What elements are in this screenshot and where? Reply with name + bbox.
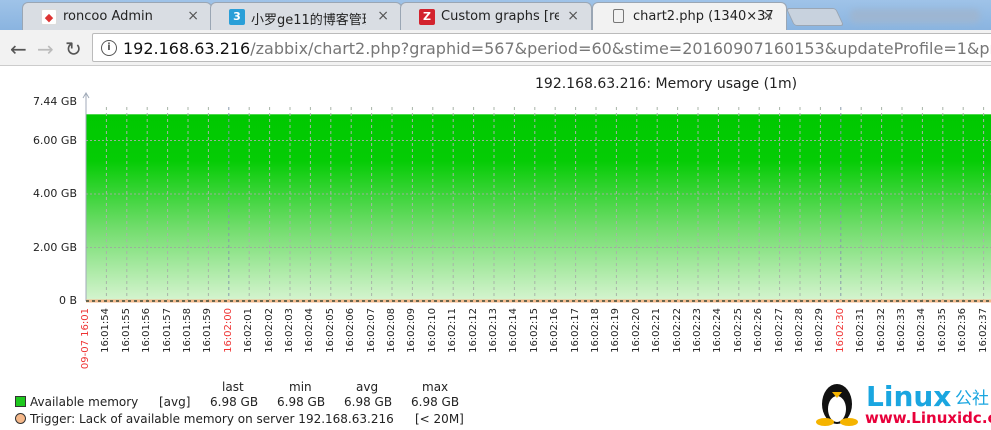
x-tick-label: 16:01:59 <box>202 308 214 353</box>
x-tick-label: 16:01:56 <box>141 308 153 353</box>
series-area-available-memory <box>86 114 991 301</box>
tab-chart2[interactable]: chart2.php (1340×376) × <box>592 2 787 30</box>
x-tick-label: 16:02:08 <box>386 308 397 353</box>
x-tick-label: 16:02:13 <box>488 308 499 353</box>
series-name: Available memory <box>30 395 139 409</box>
close-icon[interactable]: × <box>762 8 774 24</box>
x-tick-label: 16:02:14 <box>508 308 520 353</box>
y-tick-label: 6.00 GB <box>32 133 77 147</box>
trigger-swatch <box>15 413 26 424</box>
x-tick-label: 16:02:26 <box>753 308 765 353</box>
x-tick-label: 16:02:03 <box>284 308 295 353</box>
x-tick-label: 16:01:54 <box>100 308 112 353</box>
x-tick-label: 16:02:06 <box>345 308 357 353</box>
x-tick-label: 16:02:07 <box>365 308 377 353</box>
series-last: 6.98 GB <box>210 395 259 409</box>
y-tick-label: 7.44 GB <box>32 95 77 108</box>
x-tick-label: 16:02:35 <box>936 308 948 353</box>
x-tick-label: 16:02:28 <box>794 308 805 353</box>
x-tick-label: 16:01:58 <box>182 308 193 353</box>
chart-svg <box>82 92 991 303</box>
x-tick-label: 16:02:22 <box>671 308 683 353</box>
x-tick-label: 16:02:18 <box>590 308 601 353</box>
svg-text:公社: 公社 <box>955 389 989 409</box>
x-tick-label: 16:02:36 <box>957 308 969 353</box>
x-tick-label: 16:02:00 <box>222 308 234 353</box>
x-tick-label: 16:02:27 <box>773 308 785 353</box>
trigger-legend: Trigger: Lack of available memory on ser… <box>15 412 485 426</box>
x-tick-label: 16:02:24 <box>712 308 724 353</box>
x-tick-label: 16:02:10 <box>426 308 438 353</box>
x-tick-label: 16:02:09 <box>406 308 418 353</box>
header-max: max <box>422 380 449 394</box>
series-min: 6.98 GB <box>277 395 326 409</box>
y-tick-label: 2.00 GB <box>32 240 77 254</box>
x-tick-label: 16:02:05 <box>324 308 336 353</box>
x-tick-label: 16:02:23 <box>692 308 703 353</box>
watermark-logo: Linux 公社 www.Linuxidc.com <box>815 376 991 430</box>
x-tick-label: 16:02:30 <box>834 308 846 353</box>
x-tick-label: 16:02:02 <box>263 308 275 353</box>
x-tick-label: 16:02:01 <box>243 308 255 353</box>
x-tick-label: 16:02:37 <box>977 308 989 353</box>
trigger-text: Trigger: Lack of available memory on ser… <box>30 412 394 426</box>
x-tick-label: 16:02:21 <box>651 308 663 353</box>
x-tick-label: 16:02:04 <box>304 308 316 353</box>
x-tick-label: 16:02:29 <box>814 308 826 353</box>
y-tick-label: 4.00 GB <box>32 187 77 200</box>
x-tick-label: 16:02:16 <box>549 308 561 353</box>
x-tick-label: 16:01:55 <box>120 308 132 353</box>
y-tick-label: 0 B <box>58 294 77 307</box>
x-tick-label: 16:02:20 <box>630 308 642 353</box>
linux-penguin-icon: Linux 公社 www.Linuxidc.com <box>816 380 991 427</box>
legend-item: Available memory [avg] 6.98 GB 6.98 GB 6… <box>15 395 475 409</box>
x-tick-label: 16:02:25 <box>732 308 744 353</box>
page-icon <box>613 9 624 23</box>
series-func: [avg] <box>159 395 191 409</box>
tab-label: chart2.php (1340×376) <box>633 9 773 24</box>
x-tick-label: 16:02:34 <box>916 308 928 353</box>
x-tick-label: 16:02:19 <box>610 308 622 353</box>
trigger-cond: [< 20M] <box>415 412 464 426</box>
x-tick-label: 16:02:12 <box>467 308 479 353</box>
x-tick-label: 16:02:11 <box>447 308 459 353</box>
svg-text:www.Linuxidc.com: www.Linuxidc.com <box>865 409 991 426</box>
series-swatch <box>15 396 26 407</box>
series-max: 6.98 GB <box>411 395 460 409</box>
x-tick-label: 16:02:17 <box>569 308 581 353</box>
header-avg: avg <box>356 380 379 394</box>
header-last: last <box>222 380 244 394</box>
header-min: min <box>289 380 312 394</box>
x-tick-label: 16:02:33 <box>896 308 907 353</box>
series-avg: 6.98 GB <box>344 395 393 409</box>
x-tick-label: 16:02:31 <box>855 308 867 353</box>
x-tick-label: 09-07 16:01 <box>80 308 91 370</box>
x-tick-label: 16:02:32 <box>875 308 887 353</box>
x-tick-label: 16:01:57 <box>161 308 173 353</box>
x-tick-label: 16:02:15 <box>528 308 540 353</box>
